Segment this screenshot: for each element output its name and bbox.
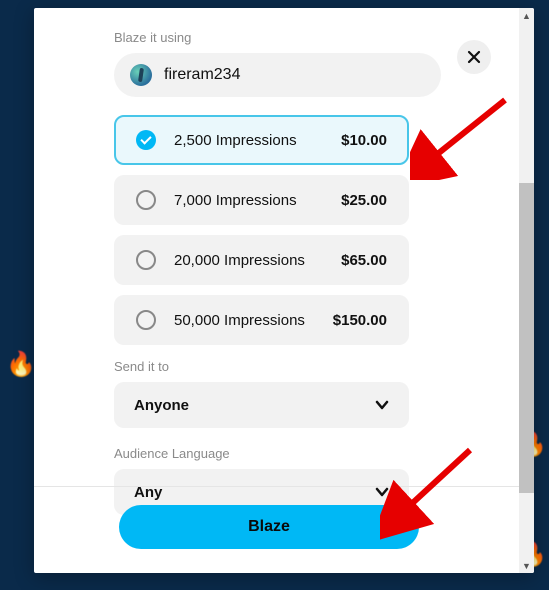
blaze-using-label: Blaze it using — [114, 30, 439, 45]
tier-price: $150.00 — [333, 312, 387, 329]
tier-price: $65.00 — [341, 252, 387, 269]
bg-flame-icon: 🔥 — [6, 350, 36, 379]
send-to-value: Anyone — [134, 397, 189, 414]
modal-content: Blaze it using fireram234 2,500 Impressi… — [34, 8, 519, 573]
send-to-label: Send it to — [114, 359, 439, 374]
tier-price: $10.00 — [341, 132, 387, 149]
tier-price: $25.00 — [341, 192, 387, 209]
divider — [34, 486, 519, 487]
modal-panel: Blaze it using fireram234 2,500 Impressi… — [34, 8, 534, 573]
impression-tier-4[interactable]: 50,000 Impressions $150.00 — [114, 295, 409, 345]
scrollbar[interactable]: ▲ ▼ — [519, 8, 534, 573]
avatar — [130, 64, 152, 86]
radio-icon — [136, 250, 156, 270]
impression-tier-1[interactable]: 2,500 Impressions $10.00 — [114, 115, 409, 165]
blaze-button[interactable]: Blaze — [119, 505, 419, 549]
tier-label: 50,000 Impressions — [174, 312, 333, 329]
tier-label: 20,000 Impressions — [174, 252, 341, 269]
tier-label: 2,500 Impressions — [174, 132, 341, 149]
audience-language-label: Audience Language — [114, 446, 439, 461]
send-to-dropdown[interactable]: Anyone — [114, 382, 409, 428]
user-selector[interactable]: fireram234 — [114, 53, 441, 97]
blaze-button-label: Blaze — [248, 518, 290, 536]
impression-tier-3[interactable]: 20,000 Impressions $65.00 — [114, 235, 409, 285]
scroll-down-icon[interactable]: ▼ — [519, 558, 534, 573]
chevron-down-icon — [375, 485, 389, 499]
radio-icon — [136, 310, 156, 330]
username-text: fireram234 — [164, 66, 240, 84]
scrollbar-thumb[interactable] — [519, 183, 534, 493]
close-button[interactable] — [457, 40, 491, 74]
impression-tier-2[interactable]: 7,000 Impressions $25.00 — [114, 175, 409, 225]
tier-label: 7,000 Impressions — [174, 192, 341, 209]
radio-selected-icon — [136, 130, 156, 150]
radio-icon — [136, 190, 156, 210]
chevron-down-icon — [375, 398, 389, 412]
scroll-up-icon[interactable]: ▲ — [519, 8, 534, 23]
close-icon — [467, 50, 481, 64]
